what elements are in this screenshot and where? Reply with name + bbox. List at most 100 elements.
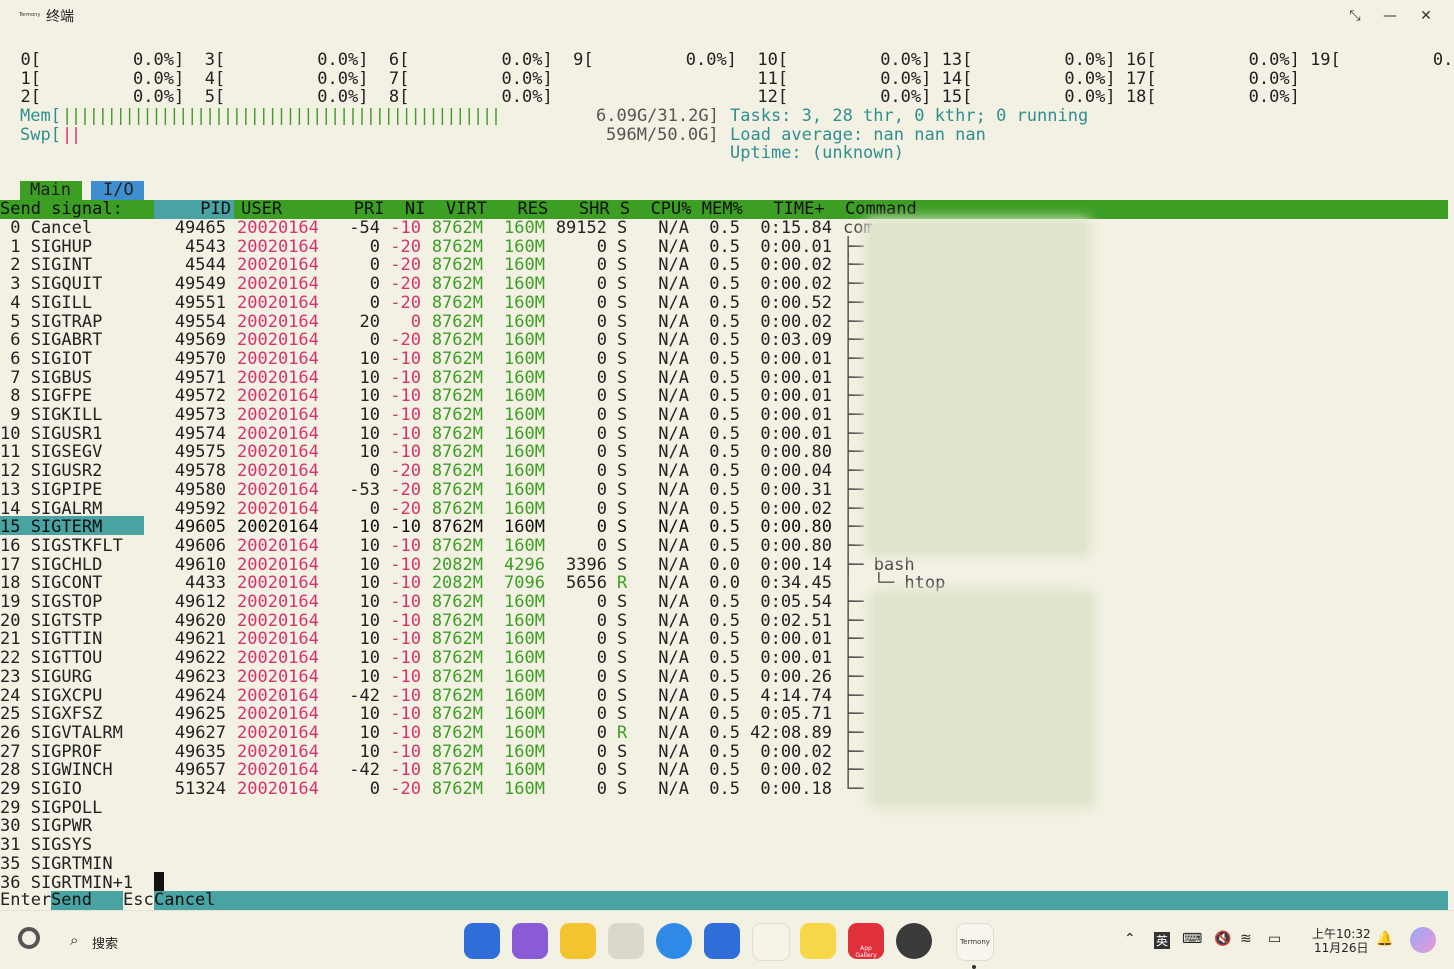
signal-item[interactable]: 2 SIGINT: [0, 256, 92, 275]
proc-mem-cell: 0.5: [709, 741, 740, 762]
signal-item[interactable]: 24 SIGXCPU: [0, 686, 102, 706]
signal-item[interactable]: 15 SIGTERM: [0, 518, 102, 537]
proc-s-cell: S: [617, 666, 628, 687]
signal-item[interactable]: 30 SIGPWR: [0, 817, 92, 836]
tab-io[interactable]: I/O: [91, 181, 144, 200]
multitask-icon[interactable]: [512, 923, 548, 959]
signal-item[interactable]: 17 SIGCHLD: [0, 555, 102, 575]
signal-item[interactable]: 6 SIGABRT: [0, 331, 102, 350]
proc-pri-cell: 10: [359, 367, 380, 388]
signal-item[interactable]: 20 SIGTSTP: [0, 611, 102, 631]
signal-item[interactable]: 14 SIGALRM: [0, 499, 102, 519]
proc-s-cell: R: [617, 722, 628, 743]
proc-cmd-cell: ├─: [843, 292, 864, 313]
photos-icon[interactable]: [752, 923, 790, 961]
column-headers[interactable]: PID USER PRI NI VIRT RES SHR S CPU% MEM%…: [190, 200, 916, 219]
proc-shr-cell: 0: [596, 741, 607, 762]
proc-pid-cell: 4433: [185, 573, 226, 594]
signal-item[interactable]: 22 SIGTTOU: [0, 649, 102, 668]
signal-item[interactable]: 10 SIGUSR1: [0, 424, 102, 444]
proc-pri-cell: 0: [369, 292, 380, 313]
taskbar-search-label[interactable]: 搜索: [92, 933, 118, 952]
signal-item[interactable]: 25 SIGXFSZ: [0, 705, 102, 724]
battery-icon[interactable]: ▭: [1268, 931, 1281, 947]
proc-mem-cell: 0.0: [709, 573, 740, 594]
termony-icon[interactable]: Termony: [956, 923, 994, 961]
proc-res-cell: 160M: [504, 517, 545, 538]
assistant-icon[interactable]: [1410, 927, 1436, 953]
volume-mute-icon[interactable]: 🔇: [1214, 931, 1231, 947]
proc-time-cell: 0:00.80: [760, 535, 832, 556]
signal-item[interactable]: 7 SIGBUS: [0, 368, 92, 388]
proc-ni-cell: -10: [390, 722, 421, 743]
signal-item[interactable]: 4 SIGILL: [0, 294, 92, 313]
signal-item[interactable]: 18 SIGCONT: [0, 574, 102, 593]
files-icon[interactable]: [560, 923, 596, 959]
signal-item[interactable]: 11 SIGSEGV: [0, 443, 102, 462]
search-icon[interactable]: ⌕: [70, 931, 78, 949]
proc-user-cell: 20020164: [237, 573, 319, 594]
signal-item[interactable]: 28 SIGWINCH: [0, 761, 113, 780]
proc-ni-cell: -10: [390, 405, 421, 425]
clock[interactable]: 上午10:32 11月26日: [1312, 927, 1371, 955]
keyboard-icon[interactable]: ⌨: [1182, 931, 1202, 947]
signal-item[interactable]: 19 SIGSTOP: [0, 593, 102, 612]
signal-item[interactable]: 6 SIGIOT: [0, 350, 92, 369]
wifi-icon[interactable]: ≋: [1240, 931, 1252, 947]
signal-item[interactable]: 29 SIGPOLL: [0, 798, 102, 818]
tab-main[interactable]: Main: [20, 181, 82, 200]
proc-pri-cell: 20: [359, 311, 380, 332]
settings-icon[interactable]: [896, 923, 932, 959]
proc-shr-cell: 0: [596, 274, 607, 295]
send-button[interactable]: Send: [51, 891, 92, 910]
signal-item[interactable]: 27 SIGPROF: [0, 742, 102, 762]
notification-bell-icon[interactable]: 🔔: [1376, 931, 1393, 947]
cancel-button[interactable]: Cancel: [154, 891, 215, 910]
signal-item[interactable]: 21 SIGTTIN: [0, 630, 102, 649]
signal-item[interactable]: 29 SIGIO: [0, 780, 82, 799]
restore-icon[interactable]: ⤡: [1340, 4, 1370, 28]
signal-item[interactable]: 9 SIGKILL: [0, 406, 102, 425]
mail-icon[interactable]: [704, 923, 740, 959]
proc-pri-cell: 10: [359, 386, 380, 407]
proc-cpu-cell: N/A: [658, 685, 689, 706]
proc-res-cell: 160M: [504, 255, 545, 276]
signal-item[interactable]: 5 SIGTRAP: [0, 312, 102, 332]
proc-cmd-cell: │ └─ htop: [843, 573, 946, 594]
proc-s-cell: S: [617, 274, 628, 295]
trash-icon[interactable]: [608, 923, 644, 959]
proc-shr-cell: 0: [596, 479, 607, 500]
signal-item[interactable]: 8 SIGFPE: [0, 387, 92, 406]
signal-item[interactable]: 1 SIGHUP: [0, 237, 92, 257]
proc-user-cell: 20020164: [237, 685, 319, 706]
proc-ni-cell: -10: [390, 218, 421, 238]
proc-pid-cell: 49657: [174, 760, 226, 781]
close-button[interactable]: ✕: [1411, 4, 1441, 28]
signal-item[interactable]: 31 SIGSYS: [0, 836, 92, 855]
signal-item[interactable]: 0 Cancel: [0, 219, 92, 238]
appgallery-icon[interactable]: App Gallery: [848, 923, 884, 959]
start-icon[interactable]: [18, 927, 40, 949]
signal-item[interactable]: 23 SIGURG: [0, 668, 92, 687]
signal-item[interactable]: 35 SIGRTMIN: [0, 855, 113, 874]
proc-time-cell: 0:03.09: [760, 330, 832, 351]
terminal-area[interactable]: 0[ 0.0%] 3[ 0.0%] 6[ 0.0%] 9[ 0.0%] 10[ …: [0, 32, 1454, 910]
signal-item[interactable]: 12 SIGUSR2: [0, 462, 102, 481]
chevron-up-icon[interactable]: ⌃: [1124, 931, 1136, 947]
proc-time-cell: 0:34.45: [760, 573, 832, 594]
signal-item[interactable]: 26 SIGVTALRM: [0, 724, 123, 743]
signal-item[interactable]: 13 SIGPIPE: [0, 481, 102, 500]
launcher-icon[interactable]: [464, 923, 500, 959]
signal-item[interactable]: 3 SIGQUIT: [0, 275, 102, 294]
browser-icon[interactable]: [656, 923, 692, 959]
proc-ni-cell: -20: [390, 479, 421, 500]
ime-indicator[interactable]: 英: [1154, 932, 1171, 949]
proc-pid-cell: 49621: [174, 629, 226, 650]
signal-item[interactable]: 16 SIGSTKFLT: [0, 537, 123, 556]
proc-virt-cell: 8762M: [431, 236, 483, 257]
proc-pri-cell: 10: [359, 722, 380, 743]
proc-pid-cell: 49612: [174, 592, 226, 612]
proc-mem-cell: 0.5: [709, 498, 740, 519]
minimize-button[interactable]: —: [1375, 4, 1405, 28]
notes-icon[interactable]: [800, 923, 836, 959]
